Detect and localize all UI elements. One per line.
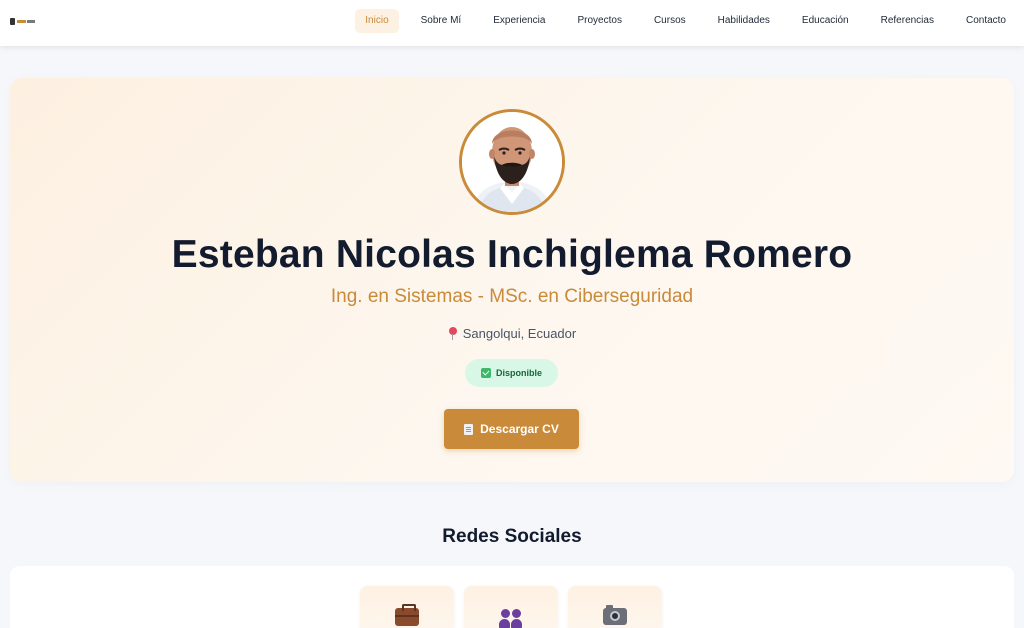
nav-item-inicio[interactable]: Inicio xyxy=(355,9,399,33)
main-nav: Inicio Sobre Mí Experiencia Proyectos Cu… xyxy=(343,9,1016,33)
nav-item-experiencia[interactable]: Experiencia xyxy=(483,9,555,33)
logo-mark xyxy=(10,17,15,25)
check-box-icon xyxy=(480,368,491,378)
top-navigation-bar: Inicio Sobre Mí Experiencia Proyectos Cu… xyxy=(0,0,1024,46)
download-cv-button[interactable]: Descargar CV xyxy=(444,409,579,449)
people-icon xyxy=(499,608,523,628)
nav-item-sobre-mi[interactable]: Sobre Mí xyxy=(411,9,472,33)
nav-item-habilidades[interactable]: Habilidades xyxy=(708,9,780,33)
hero-section: Esteban Nicolas Inchiglema Romero Ing. e… xyxy=(10,78,1014,482)
hero-subtitle: Ing. en Sistemas - MSc. en Cibersegurida… xyxy=(330,286,694,307)
social-card-linkedin[interactable] xyxy=(360,586,454,628)
status-badge-label: Disponible xyxy=(495,368,542,378)
document-icon xyxy=(464,423,474,435)
social-section-title: Redes Sociales xyxy=(442,526,582,547)
logo-bar-grey xyxy=(27,19,35,23)
nav-item-contacto[interactable]: Contacto xyxy=(956,9,1016,33)
nav-item-referencias[interactable]: Referencias xyxy=(871,9,944,33)
location-text: Sangolqui, Ecuador xyxy=(462,326,577,341)
download-cv-label: Descargar CV xyxy=(480,422,559,436)
status-badge: Disponible xyxy=(465,359,558,387)
briefcase-icon xyxy=(395,604,419,626)
camera-icon xyxy=(603,605,627,625)
brand-logo-icon[interactable] xyxy=(10,17,35,25)
avatar xyxy=(459,109,565,215)
nav-item-cursos[interactable]: Cursos xyxy=(644,9,696,33)
nav-item-proyectos[interactable]: Proyectos xyxy=(567,9,631,33)
social-card-community[interactable] xyxy=(464,586,558,628)
hero-name: Esteban Nicolas Inchiglema Romero xyxy=(171,233,853,276)
social-card-instagram[interactable] xyxy=(568,586,662,628)
nav-item-educacion[interactable]: Educación xyxy=(792,9,859,33)
location: Sangolqui, Ecuador xyxy=(10,326,1014,341)
profile-photo xyxy=(462,112,562,212)
social-panel xyxy=(10,566,1014,628)
map-pin-icon xyxy=(448,327,457,340)
logo-bar-accent xyxy=(17,19,26,23)
